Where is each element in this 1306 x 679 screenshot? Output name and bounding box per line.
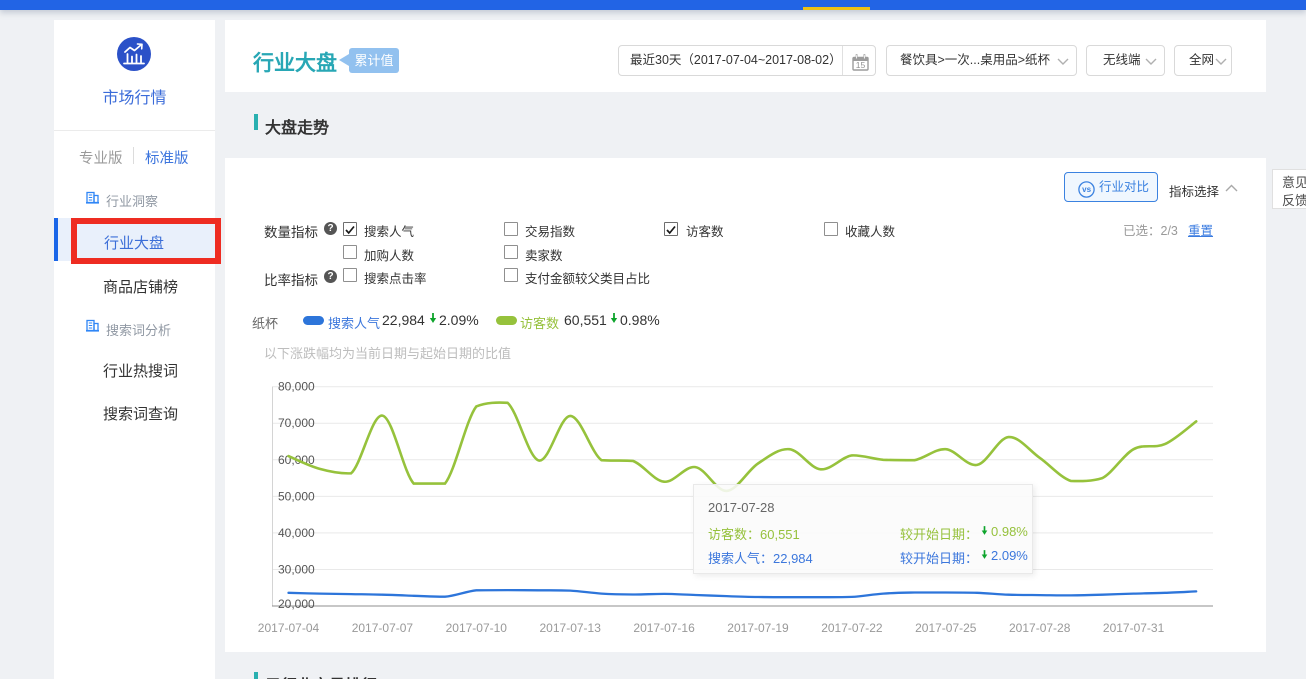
svg-text:2017-07-07: 2017-07-07 xyxy=(352,621,414,635)
svg-text:2017-07-28: 2017-07-28 xyxy=(1009,621,1071,635)
svg-text:2017-07-22: 2017-07-22 xyxy=(821,621,883,635)
svg-text:50,000: 50,000 xyxy=(278,489,315,503)
svg-text:15: 15 xyxy=(856,60,866,70)
svg-text:40,000: 40,000 xyxy=(278,526,315,540)
svg-text:70,000: 70,000 xyxy=(278,416,315,430)
svg-text:80,000: 80,000 xyxy=(278,380,315,394)
svg-text:2017-07-13: 2017-07-13 xyxy=(540,621,602,635)
svg-text:2017-07-16: 2017-07-16 xyxy=(633,621,695,635)
svg-text:20,000: 20,000 xyxy=(278,597,315,611)
svg-text:30,000: 30,000 xyxy=(278,563,315,577)
svg-text:2017-07-04: 2017-07-04 xyxy=(258,621,320,635)
svg-text:2017-07-19: 2017-07-19 xyxy=(727,621,789,635)
svg-text:2017-07-31: 2017-07-31 xyxy=(1103,621,1165,635)
svg-text:2017-07-25: 2017-07-25 xyxy=(915,621,977,635)
svg-text:2017-07-10: 2017-07-10 xyxy=(446,621,508,635)
